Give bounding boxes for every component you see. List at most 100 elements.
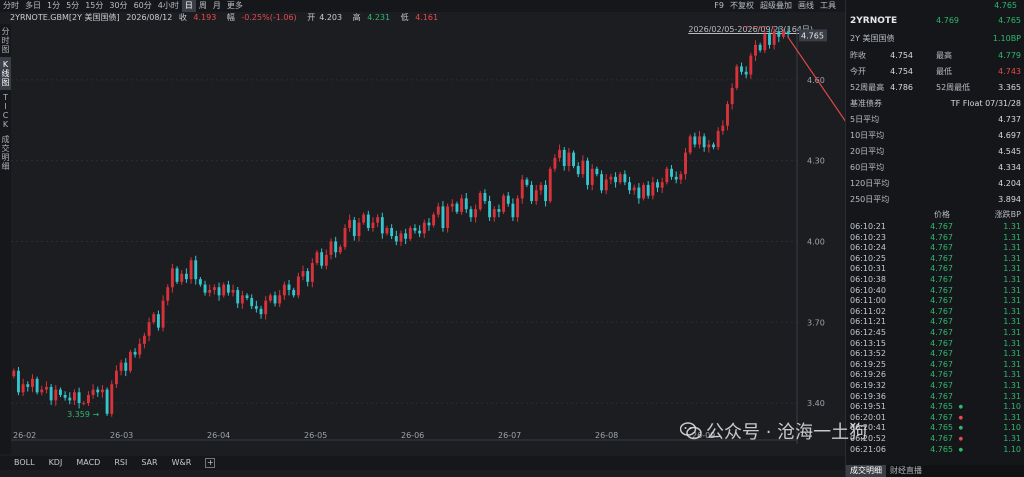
average-row: 5日平均 4.737: [850, 112, 1021, 128]
toolbar-right-item-0[interactable]: F9: [711, 0, 727, 12]
candle: [86, 391, 90, 407]
candle: [446, 203, 450, 233]
indicator-wr[interactable]: W&R: [172, 456, 192, 470]
candle: [665, 166, 669, 185]
candle: [674, 171, 678, 184]
candle: [138, 338, 142, 359]
stat-value: 4.786: [890, 83, 913, 92]
candle: [712, 142, 715, 150]
indicator-macd[interactable]: MACD: [76, 456, 100, 470]
period-tab-6[interactable]: 60分: [131, 0, 155, 12]
indicator-boll[interactable]: BOLL: [14, 456, 35, 470]
tick-row: 06:20:52 4.767 ● 1.31: [850, 434, 1021, 445]
indicator-rsi[interactable]: RSI: [114, 456, 127, 470]
period-tab-5[interactable]: 30分: [106, 0, 130, 12]
tick-price: 4.765: [930, 402, 953, 412]
candle: [301, 265, 305, 281]
tick-change: 1.31: [1003, 232, 1021, 242]
kline-chart[interactable]: 2026/02/05-2026/09/23(164日) 4.60 4.30 4.00…: [11, 25, 845, 444]
toolbar-right-item-1[interactable]: 不复权: [727, 0, 757, 12]
quote-sidebar: 4.765 2YRNOTE 4.769 4.765 2Y 美国国债 1.10BP…: [845, 0, 1024, 477]
sidebar-tab-0[interactable]: 成交明细: [846, 465, 886, 477]
tick-row: 06:10:21 4.767 1.31: [850, 222, 1021, 233]
candle: [399, 230, 403, 247]
candle: [222, 282, 226, 298]
candle: [40, 385, 44, 396]
sidebar-symbol: 2YRNOTE: [850, 16, 898, 26]
candle: [777, 26, 781, 43]
tick-row: 06:19:36 4.767 1.31: [850, 392, 1021, 403]
period-tab-1[interactable]: 多日: [22, 0, 44, 12]
candle: [371, 217, 375, 232]
left-tab-1[interactable]: K线图: [0, 57, 11, 90]
candle: [534, 184, 538, 205]
candle: [670, 164, 673, 180]
period-tab-11[interactable]: 更多: [224, 0, 246, 12]
candle: [502, 193, 506, 214]
watermark-text: 公众号 · 沧海一土狗: [706, 422, 868, 443]
candle: [604, 174, 608, 195]
average-label: 20日平均: [850, 147, 885, 156]
candle: [26, 381, 30, 392]
candle: [548, 166, 552, 204]
candle: [334, 236, 338, 258]
period-tab-10[interactable]: 月: [210, 0, 224, 12]
tick-time: 06:21:06: [850, 444, 886, 454]
candle: [782, 29, 785, 39]
candle: [744, 66, 748, 79]
candle: [128, 349, 132, 373]
kline-svg: 4.604.304.003.703.4026-02 26-03 26-04 26-05…: [11, 26, 845, 444]
top-price: 4.765: [994, 1, 1017, 10]
tick-row: 06:11:21 4.767 1.31: [850, 317, 1021, 328]
candle: [460, 194, 464, 215]
tick-direction-dot: ●: [958, 446, 963, 453]
period-tab-8[interactable]: 日: [181, 0, 196, 12]
tick-change: 1.31: [1003, 296, 1021, 306]
candle: [31, 374, 34, 393]
period-tab-4[interactable]: 15分: [82, 0, 106, 12]
indicator-sar[interactable]: SAR: [141, 456, 157, 470]
toolbar-right-item-3[interactable]: 画线: [795, 0, 817, 12]
candle: [646, 181, 650, 199]
candle: [217, 282, 221, 301]
toolbar-right-item-4[interactable]: 工具: [817, 0, 839, 12]
tick-price: 4.765: [930, 423, 953, 433]
add-indicator-button[interactable]: +: [205, 458, 216, 468]
toolbar-right-item-2[interactable]: 超级叠加: [757, 0, 795, 12]
stat-label: 最高: [936, 51, 952, 60]
candle: [642, 182, 645, 201]
period-tab-3[interactable]: 5分: [63, 0, 82, 12]
period-tab-9[interactable]: 周: [196, 0, 210, 12]
tick-header-change: 涨跌BP: [994, 210, 1021, 219]
close-value: 4.193: [193, 13, 217, 22]
candle: [558, 144, 562, 162]
candle: [352, 216, 356, 241]
stat-label: 今开: [850, 67, 866, 76]
tick-time: 06:19:26: [850, 370, 886, 380]
tick-price: 4.765: [930, 444, 953, 454]
candle: [45, 381, 48, 394]
candle: [268, 293, 272, 303]
period-tab-7[interactable]: 4小时: [155, 0, 182, 12]
candle: [614, 172, 617, 188]
left-tab-2[interactable]: TICK: [0, 90, 11, 132]
candle: [362, 212, 366, 225]
indicator-kdj[interactable]: KDJ: [49, 456, 63, 470]
candle: [208, 284, 212, 297]
candle: [455, 201, 459, 214]
tick-change: 1.31: [1003, 285, 1021, 295]
sidebar-tab-1[interactable]: 财经直播: [886, 465, 926, 477]
indicator-bar: BOLL KDJ MACD RSI SAR W&R +: [0, 456, 845, 470]
candle: [716, 127, 720, 151]
left-tab-3[interactable]: 成交明细: [0, 132, 11, 174]
average-row: 10日平均 4.697: [850, 128, 1021, 144]
period-tab-2[interactable]: 1分: [44, 0, 63, 12]
candle: [628, 176, 631, 195]
candle: [530, 181, 534, 205]
candle: [464, 192, 468, 213]
period-tab-0[interactable]: 分时: [0, 0, 22, 12]
low-value: 4.161: [415, 13, 439, 22]
tick-time: 06:12:45: [850, 328, 886, 337]
left-tab-0[interactable]: 分时图: [0, 24, 11, 57]
candle: [133, 348, 137, 358]
